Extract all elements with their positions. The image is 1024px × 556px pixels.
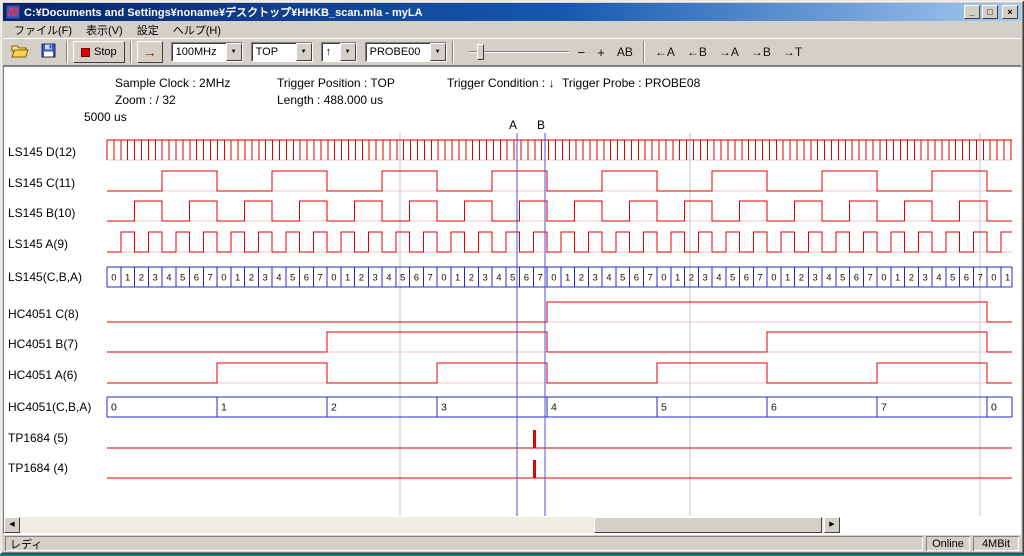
save-button[interactable] bbox=[35, 41, 61, 63]
channel-label[interactable]: LS145 A(9) bbox=[8, 237, 106, 251]
scrollbar-thumb[interactable] bbox=[594, 517, 822, 533]
scroll-left-icon[interactable]: ◀ bbox=[4, 517, 20, 533]
ab-cursor-button[interactable]: AB bbox=[612, 41, 638, 63]
open-button[interactable] bbox=[7, 41, 33, 63]
channel-label[interactable]: HC4051 C(8) bbox=[8, 307, 106, 321]
slider-track bbox=[469, 51, 569, 53]
trigger-edge-value: ↑ bbox=[322, 46, 340, 58]
trigger-position-value: TOP bbox=[252, 46, 296, 58]
toolbar-separator bbox=[643, 41, 645, 63]
open-folder-icon bbox=[11, 44, 29, 61]
trigger-edge-select[interactable]: ↑ ▼ bbox=[321, 42, 357, 62]
zoom-out-button[interactable]: − bbox=[573, 41, 591, 63]
length-info: Length : 488.000 us bbox=[277, 93, 383, 107]
toolbar: Stop → 100MHz ▼ TOP ▼ ↑ ▼ PROBE00 ▼ − + … bbox=[3, 38, 1021, 66]
zoom-in-button[interactable]: + bbox=[592, 41, 610, 63]
statusbar: レディ Online 4MBit bbox=[3, 534, 1021, 551]
channel-label[interactable]: LS145(C,B,A) bbox=[8, 270, 106, 284]
zoom-slider[interactable] bbox=[467, 41, 571, 63]
waveform-client-area bbox=[3, 66, 1021, 534]
sample-clock-value: 100MHz bbox=[172, 46, 226, 58]
menubar: ファイル(F) 表示(V) 設定 ヘルプ(H) bbox=[3, 21, 1021, 38]
trigger-condition-info: Trigger Condition : ↓ bbox=[447, 76, 555, 90]
chevron-down-icon[interactable]: ▼ bbox=[226, 43, 242, 61]
goto-b-left-button[interactable]: ←B bbox=[682, 41, 712, 63]
trigger-position-select[interactable]: TOP ▼ bbox=[251, 42, 313, 62]
trigger-probe-value: PROBE00 bbox=[366, 46, 430, 58]
goto-b-right-button[interactable]: →B bbox=[746, 41, 776, 63]
horizontal-scrollbar[interactable]: ◀ ▶ bbox=[4, 517, 840, 533]
goto-a-right-button[interactable]: →A bbox=[714, 41, 744, 63]
stop-icon bbox=[81, 48, 90, 57]
toolbar-separator bbox=[66, 41, 68, 63]
menu-help[interactable]: ヘルプ(H) bbox=[166, 20, 228, 40]
sample-clock-info: Sample Clock : 2MHz bbox=[115, 76, 230, 90]
menu-file[interactable]: ファイル(F) bbox=[7, 20, 79, 40]
status-ready: レディ bbox=[5, 536, 923, 551]
scroll-right-icon[interactable]: ▶ bbox=[824, 517, 840, 533]
toolbar-separator bbox=[130, 41, 132, 63]
channel-label[interactable]: LS145 D(12) bbox=[8, 145, 106, 159]
app-icon bbox=[6, 5, 20, 19]
channel-label[interactable]: HC4051(C,B,A) bbox=[8, 400, 106, 414]
maximize-button[interactable]: □ bbox=[982, 5, 998, 19]
save-floppy-icon bbox=[41, 43, 56, 61]
goto-trigger-button[interactable]: →T bbox=[778, 41, 807, 63]
chevron-down-icon[interactable]: ▼ bbox=[430, 43, 446, 61]
close-button[interactable]: × bbox=[1002, 5, 1018, 19]
chevron-down-icon[interactable]: ▼ bbox=[296, 43, 312, 61]
status-memory: 4MBit bbox=[973, 536, 1019, 551]
titlebar[interactable]: C:¥Documents and Settings¥noname¥デスクトップ¥… bbox=[3, 3, 1021, 21]
menu-settings[interactable]: 設定 bbox=[130, 20, 166, 40]
time-scale-label: 5000 us bbox=[84, 110, 127, 124]
window-title: C:¥Documents and Settings¥noname¥デスクトップ¥… bbox=[24, 4, 964, 20]
goto-a-left-button[interactable]: ←A bbox=[650, 41, 680, 63]
channel-label[interactable]: TP1684 (5) bbox=[8, 431, 106, 445]
channel-label[interactable]: LS145 C(11) bbox=[8, 176, 106, 190]
trigger-probe-info: Trigger Probe : PROBE08 bbox=[562, 76, 700, 90]
stop-button-label: Stop bbox=[94, 46, 117, 58]
sample-clock-select[interactable]: 100MHz ▼ bbox=[171, 42, 243, 62]
slider-handle[interactable] bbox=[477, 44, 484, 60]
zoom-info: Zoom : / 32 bbox=[115, 93, 176, 107]
chevron-down-icon[interactable]: ▼ bbox=[340, 43, 356, 61]
toolbar-separator bbox=[452, 41, 454, 63]
trigger-position-info: Trigger Position : TOP bbox=[277, 76, 395, 90]
channel-label[interactable]: HC4051 A(6) bbox=[8, 368, 106, 382]
channel-label[interactable]: TP1684 (4) bbox=[8, 461, 106, 475]
stop-button[interactable]: Stop bbox=[73, 41, 125, 63]
channel-label[interactable]: HC4051 B(7) bbox=[8, 337, 106, 351]
status-online: Online bbox=[926, 536, 970, 551]
minimize-button[interactable]: _ bbox=[964, 5, 980, 19]
window-controls: _ □ × bbox=[964, 5, 1018, 19]
cursor-a-label[interactable]: A bbox=[509, 118, 517, 132]
app-window: C:¥Documents and Settings¥noname¥デスクトップ¥… bbox=[0, 0, 1024, 554]
menu-view[interactable]: 表示(V) bbox=[79, 20, 130, 40]
channel-label[interactable]: LS145 B(10) bbox=[8, 206, 106, 220]
trigger-probe-select[interactable]: PROBE00 ▼ bbox=[365, 42, 447, 62]
run-button[interactable]: → bbox=[137, 41, 163, 63]
cursor-b-label[interactable]: B bbox=[537, 118, 545, 132]
